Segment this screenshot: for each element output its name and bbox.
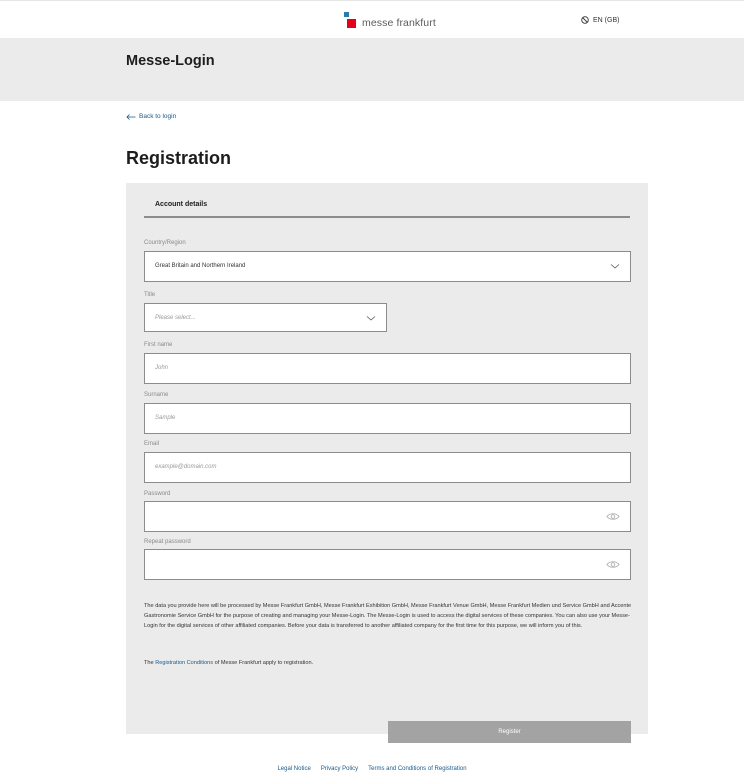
first-name-input[interactable]: John <box>144 353 631 384</box>
title-placeholder: Please select... <box>155 315 196 321</box>
arrow-left-icon <box>126 113 136 120</box>
logo-mark-icon <box>344 12 356 30</box>
language-selector[interactable]: EN (GB) <box>581 16 619 24</box>
country-label: Country/Region <box>144 240 186 246</box>
surname-label: Surname <box>144 392 169 398</box>
section-label: Account details <box>155 201 208 208</box>
back-to-login-link[interactable]: Back to login <box>126 113 176 120</box>
section-tab-account-details[interactable]: Account details <box>144 196 630 218</box>
back-link-label: Back to login <box>139 113 177 120</box>
page-title: Registration <box>126 148 232 168</box>
top-bar: messe frankfurt EN (GB) <box>0 0 744 38</box>
legal-notice-link[interactable]: Legal Notice <box>277 766 310 772</box>
email-field[interactable]: example@domain.com <box>144 452 631 483</box>
band-title: Messe-Login <box>126 53 215 69</box>
header-band: Messe-Login <box>0 38 744 101</box>
terms-link[interactable]: Terms and Conditions of Registration <box>368 766 466 772</box>
surname-input[interactable]: Sample <box>144 403 631 434</box>
first-name-placeholder: John <box>155 365 169 371</box>
repeat-password-label: Repeat password <box>144 539 191 545</box>
registration-form: Account details Country/Region Great Bri… <box>126 183 648 743</box>
password-label: Password <box>144 491 171 497</box>
conditions-suffix: of Messe Frankfurt apply to registration… <box>213 660 314 666</box>
registration-conditions-link[interactable]: Registration Conditions <box>155 660 213 666</box>
email-placeholder: example@domain.com <box>155 464 217 470</box>
messe-frankfurt-logo[interactable]: messe frankfurt <box>344 12 436 30</box>
footer-links: Legal Notice Privacy Policy Terms and Co… <box>0 766 744 772</box>
country-select[interactable]: Great Britain and Northern Ireland <box>144 251 631 282</box>
eye-icon[interactable] <box>606 560 620 569</box>
chevron-down-icon <box>366 316 376 321</box>
title-select[interactable]: Please select... <box>144 303 387 332</box>
language-label: EN (GB) <box>593 16 620 24</box>
email-label: Email <box>144 441 160 447</box>
password-field[interactable] <box>144 501 631 532</box>
repeat-password-field[interactable] <box>144 549 631 580</box>
eye-icon[interactable] <box>606 512 620 521</box>
logo-text: messe frankfurt <box>362 16 436 29</box>
register-button[interactable]: Register <box>388 721 631 743</box>
chevron-down-icon <box>610 264 620 269</box>
registration-conditions-text: The Registration Conditions of Messe Fra… <box>144 660 313 666</box>
surname-placeholder: Sample <box>155 415 176 421</box>
country-value: Great Britain and Northern Ireland <box>155 263 246 269</box>
title-label: Title <box>144 292 156 298</box>
first-name-label: First name <box>144 342 173 348</box>
globe-icon <box>581 16 589 24</box>
conditions-prefix: The <box>144 660 156 666</box>
privacy-policy-link[interactable]: Privacy Policy <box>321 766 358 772</box>
data-processing-notice: The data you provide here will be proces… <box>144 603 632 629</box>
